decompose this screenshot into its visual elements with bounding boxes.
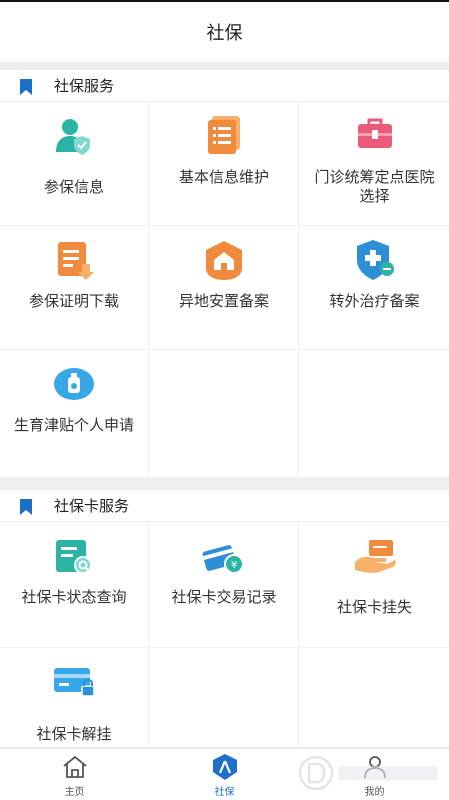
hand-card-icon xyxy=(354,540,396,573)
service-basic-info[interactable]: 基本信息维护 xyxy=(150,102,299,226)
medical-shield-icon xyxy=(356,240,394,280)
service-label: 门诊统筹定点医院选择 xyxy=(314,168,435,205)
page-title: 社保 xyxy=(206,23,243,44)
bottom-tab-bar: 主页 社保 我的 xyxy=(0,748,449,800)
section-header-card-services: 社保卡服务 xyxy=(0,490,449,522)
tab-home[interactable]: 主页 xyxy=(0,749,149,800)
baby-bottle-icon xyxy=(54,368,94,400)
tab-label: 主页 xyxy=(64,787,85,798)
title-bar: 社保 xyxy=(0,0,449,62)
card-lock-icon xyxy=(54,668,95,697)
tab-social-security[interactable]: 社保 xyxy=(150,749,299,800)
card-yen-icon: ¥ xyxy=(202,545,244,574)
document-download-icon xyxy=(58,242,94,280)
tab-label: 社保 xyxy=(214,787,235,798)
service-label: 社保卡挂失 xyxy=(336,598,412,616)
empty-cell xyxy=(300,350,449,478)
service-label: 转外治疗备案 xyxy=(329,292,420,310)
empty-cell xyxy=(300,648,449,748)
svg-text:¥: ¥ xyxy=(231,560,237,571)
section-header-social-services: 社保服务 xyxy=(0,70,449,102)
house-icon xyxy=(206,241,242,280)
card-search-icon xyxy=(56,540,92,574)
service-label: 社保卡交易记录 xyxy=(171,588,277,606)
social-security-icon xyxy=(212,754,237,780)
card-unfreeze[interactable]: 社保卡解挂 xyxy=(0,648,149,748)
service-label: 参保信息 xyxy=(43,178,104,196)
card-services-grid: 社保卡状态查询 ¥ 社保卡交易记录 社保卡挂失 社保卡解挂 xyxy=(0,522,449,748)
service-label: 参保证明下载 xyxy=(28,292,119,310)
service-hospital-select[interactable]: 门诊统筹定点医院选择 xyxy=(300,102,449,226)
service-insurance-info[interactable]: 参保信息 xyxy=(0,102,149,226)
medical-kit-icon xyxy=(357,118,392,148)
service-relocation-filing[interactable]: 异地安置备案 xyxy=(150,226,299,350)
service-label: 社保卡解挂 xyxy=(36,725,112,743)
social-services-grid: 参保信息 基本信息维护 门诊统筹定点医院选择 参保证明下载 异地安置备案 转外治… xyxy=(0,102,449,478)
user-icon xyxy=(363,756,386,779)
divider xyxy=(0,478,449,490)
empty-cell xyxy=(150,350,299,478)
service-label: 社保卡状态查询 xyxy=(21,588,127,606)
empty-cell xyxy=(150,648,299,748)
home-icon xyxy=(62,755,87,778)
service-label: 生育津贴个人申请 xyxy=(13,416,134,434)
user-shield-icon xyxy=(56,119,90,155)
card-status-query[interactable]: 社保卡状态查询 xyxy=(0,522,149,648)
card-transaction-records[interactable]: ¥ 社保卡交易记录 xyxy=(150,522,299,648)
divider xyxy=(0,62,449,70)
card-report-loss[interactable]: 社保卡挂失 xyxy=(300,522,449,648)
section-title: 社保服务 xyxy=(54,77,115,95)
bookmark-icon xyxy=(20,499,32,515)
section-title: 社保卡服务 xyxy=(54,497,130,515)
service-transfer-treatment[interactable]: 转外治疗备案 xyxy=(300,226,449,350)
document-list-icon xyxy=(208,116,240,154)
tab-label: 我的 xyxy=(364,787,385,798)
service-maternity-allowance[interactable]: 生育津贴个人申请 xyxy=(0,350,149,478)
service-certificate-download[interactable]: 参保证明下载 xyxy=(0,226,149,350)
service-label: 基本信息维护 xyxy=(178,168,269,186)
bookmark-icon xyxy=(20,79,32,95)
tab-mine[interactable]: 我的 xyxy=(300,749,449,800)
service-label: 异地安置备案 xyxy=(178,292,269,310)
